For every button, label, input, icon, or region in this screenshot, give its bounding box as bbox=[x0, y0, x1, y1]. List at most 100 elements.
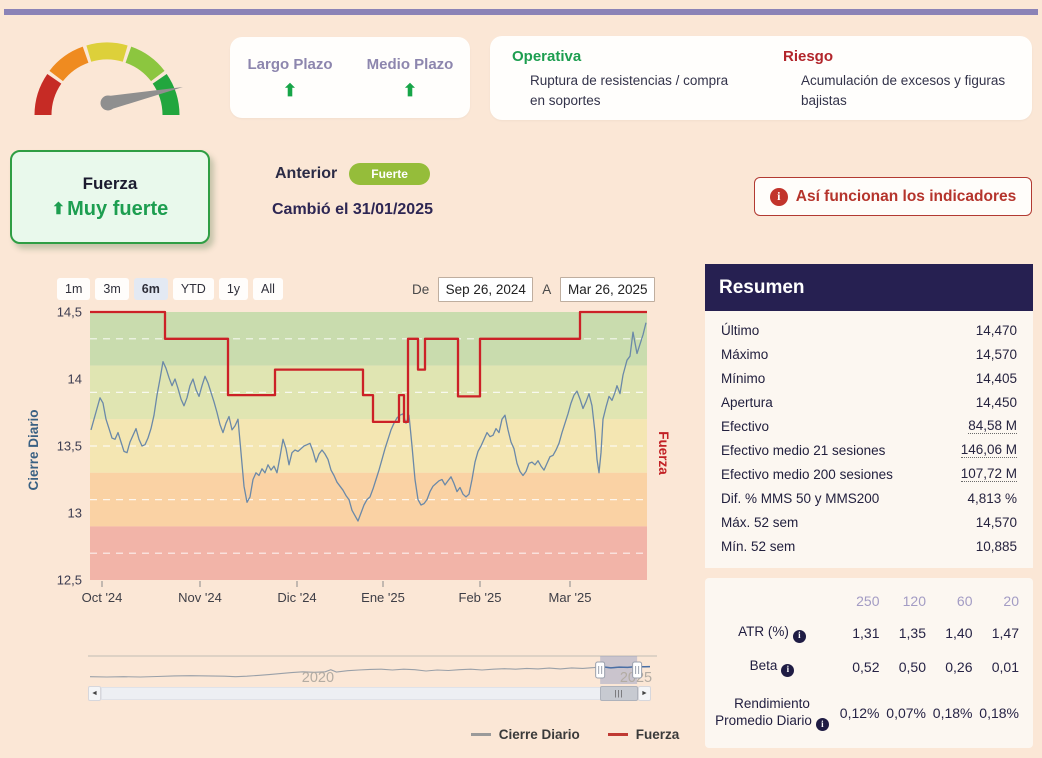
metrics-table-card: 250 120 60 20 ATR (%) i 1,31 1,35 1,40 1,… bbox=[705, 578, 1033, 748]
stat-label: Efectivo medio 21 sesiones bbox=[721, 442, 886, 458]
svg-text:14: 14 bbox=[68, 372, 82, 387]
range-button-6m[interactable]: 6m bbox=[133, 278, 168, 300]
svg-text:13,5: 13,5 bbox=[57, 439, 82, 454]
stat-row: Efectivo medio 21 sesiones 146,06 M bbox=[721, 438, 1017, 462]
table-cell: 1,47 bbox=[991, 625, 1019, 641]
plazos-card: Largo Plazo ⬆ Medio Plazo ⬆ bbox=[230, 37, 470, 118]
legend-label: Cierre Diario bbox=[498, 727, 580, 742]
legend-item-fuerza[interactable]: Fuerza bbox=[607, 727, 679, 742]
table-cell: 0,12% bbox=[839, 705, 880, 721]
stat-label: Mínimo bbox=[721, 370, 766, 386]
stat-row: Máximo 14,570 bbox=[721, 342, 1017, 366]
anterior-row: Anterior Fuerte bbox=[275, 163, 430, 185]
svg-text:14,5: 14,5 bbox=[57, 305, 82, 320]
row-label-text: Beta bbox=[749, 658, 778, 674]
cambio-date-text: Cambió el 31/01/2025 bbox=[272, 201, 433, 218]
column-header: 60 bbox=[956, 593, 973, 609]
como-funcionan-label: Así funcionan los indicadores bbox=[795, 187, 1017, 205]
column-header: 20 bbox=[1003, 593, 1019, 609]
svg-text:Mar '25: Mar '25 bbox=[549, 590, 592, 605]
info-icon[interactable]: i bbox=[781, 663, 795, 677]
info-icon[interactable]: i bbox=[792, 629, 806, 643]
chart-scrollbar: ◄ ||| ► bbox=[88, 686, 656, 701]
anterior-badge: Fuerte bbox=[349, 163, 430, 185]
medio-plazo-label: Medio Plazo bbox=[366, 56, 454, 73]
red-line-swatch-icon bbox=[607, 733, 628, 736]
stat-label: Último bbox=[721, 322, 760, 338]
table-cell: 0,52 bbox=[852, 659, 880, 675]
fuerza-title: Fuerza bbox=[82, 173, 138, 193]
stat-row: Mín. 52 sem 10,885 bbox=[721, 534, 1017, 558]
stat-label: Apertura bbox=[721, 394, 773, 410]
scrollbar-thumb[interactable]: ||| bbox=[600, 686, 638, 701]
scroll-left-button[interactable]: ◄ bbox=[88, 686, 101, 701]
top-accent-bar bbox=[4, 9, 1038, 15]
stat-value-tooltip: 84,58 M bbox=[968, 418, 1017, 434]
svg-text:Feb '25: Feb '25 bbox=[459, 590, 502, 605]
medio-plazo-cell: Medio Plazo ⬆ bbox=[350, 37, 470, 118]
row-label-atr: ATR (%) i bbox=[711, 623, 833, 643]
anterior-label: Anterior bbox=[275, 165, 338, 182]
date-to-input[interactable] bbox=[560, 277, 656, 302]
date-to-label: A bbox=[542, 282, 552, 297]
resumen-body: Último 14,470 Máximo 14,570 Mínimo 14,405 A… bbox=[705, 311, 1033, 568]
operativa-text: Ruptura de resistencias / compra en sopo… bbox=[530, 73, 729, 109]
scrollbar-track[interactable] bbox=[101, 687, 638, 700]
stat-label: Efectivo bbox=[721, 418, 770, 434]
info-icon[interactable]: i bbox=[815, 718, 829, 732]
date-from-input[interactable] bbox=[438, 277, 534, 302]
fuerza-value-text: Muy fuerte bbox=[67, 197, 169, 220]
dashboard-page: Largo Plazo ⬆ Medio Plazo ⬆ Operativa Ru… bbox=[0, 0, 1042, 758]
largo-plazo-label: Largo Plazo bbox=[247, 56, 333, 73]
operativa-title: Operativa bbox=[512, 48, 582, 65]
stat-label: Efectivo medio 200 sesiones bbox=[721, 466, 893, 482]
svg-text:2020: 2020 bbox=[302, 670, 334, 686]
stat-value: 14,470 bbox=[975, 322, 1017, 338]
row-label-rendimiento: Rendimiento Promedio Diario i bbox=[711, 695, 833, 732]
stat-label: Máximo bbox=[721, 346, 769, 362]
stat-label: Mín. 52 sem bbox=[721, 538, 796, 554]
navigator-handle-right[interactable] bbox=[632, 661, 643, 679]
metrics-table: 250 120 60 20 ATR (%) i 1,31 1,35 1,40 1,… bbox=[711, 586, 1019, 742]
range-button-1y[interactable]: 1y bbox=[218, 278, 249, 300]
stat-row: Último 14,470 bbox=[721, 318, 1017, 342]
svg-text:13: 13 bbox=[68, 506, 82, 521]
range-button-all[interactable]: All bbox=[253, 278, 283, 300]
stat-row: Máx. 52 sem 14,570 bbox=[721, 510, 1017, 534]
table-cell: 0,18% bbox=[979, 705, 1019, 721]
table-cell: 1,40 bbox=[945, 625, 973, 641]
range-button-3m[interactable]: 3m bbox=[95, 278, 129, 300]
riesgo-text: Acumulación de excesos y figuras bajista… bbox=[801, 73, 1006, 109]
column-header: 250 bbox=[856, 593, 880, 609]
table-cell: 0,50 bbox=[898, 659, 926, 675]
scroll-right-button[interactable]: ► bbox=[638, 686, 651, 701]
stat-value: 4,813 % bbox=[967, 490, 1017, 506]
stat-label: Máx. 52 sem bbox=[721, 514, 799, 530]
info-icon: i bbox=[769, 187, 788, 206]
y-axis-title-right: Fuerza bbox=[656, 431, 670, 475]
riesgo-col: Riesgo Acumulación de excesos y figuras … bbox=[761, 46, 1032, 120]
table-cell: 0,07% bbox=[886, 705, 926, 721]
stat-value-tooltip: 146,06 M bbox=[960, 442, 1017, 458]
svg-text:Nov '24: Nov '24 bbox=[178, 590, 222, 605]
stat-row: Mínimo 14,405 bbox=[721, 366, 1017, 390]
svg-text:Dic '24: Dic '24 bbox=[277, 590, 316, 605]
table-cell: 1,31 bbox=[852, 625, 880, 641]
chart-legend: Cierre Diario Fuerza bbox=[440, 727, 710, 742]
table-cell: 0,26 bbox=[945, 659, 973, 675]
chart-navigator[interactable]: 20202025 bbox=[0, 650, 670, 690]
como-funcionan-button[interactable]: i Así funcionan los indicadores bbox=[754, 177, 1032, 216]
up-arrow-icon: ⬆ bbox=[402, 81, 418, 100]
stat-value: 14,570 bbox=[975, 346, 1017, 362]
operativa-riesgo-card: Operativa Ruptura de resistencias / comp… bbox=[490, 36, 1032, 120]
legend-item-cierre-diario[interactable]: Cierre Diario bbox=[470, 727, 580, 742]
stat-value: 14,405 bbox=[975, 370, 1017, 386]
stat-value-tooltip: 107,72 M bbox=[960, 466, 1017, 482]
range-button-ytd[interactable]: YTD bbox=[172, 278, 214, 300]
stat-row: Dif. % MMS 50 y MMS200 4,813 % bbox=[721, 486, 1017, 510]
largo-plazo-cell: Largo Plazo ⬆ bbox=[230, 37, 350, 118]
up-arrow-icon: ⬆ bbox=[282, 81, 298, 100]
navigator-handle-left[interactable] bbox=[595, 661, 606, 679]
resumen-panel: Resumen Último 14,470 Máximo 14,570 Mínimo… bbox=[705, 264, 1033, 568]
range-button-1m[interactable]: 1m bbox=[57, 278, 91, 300]
